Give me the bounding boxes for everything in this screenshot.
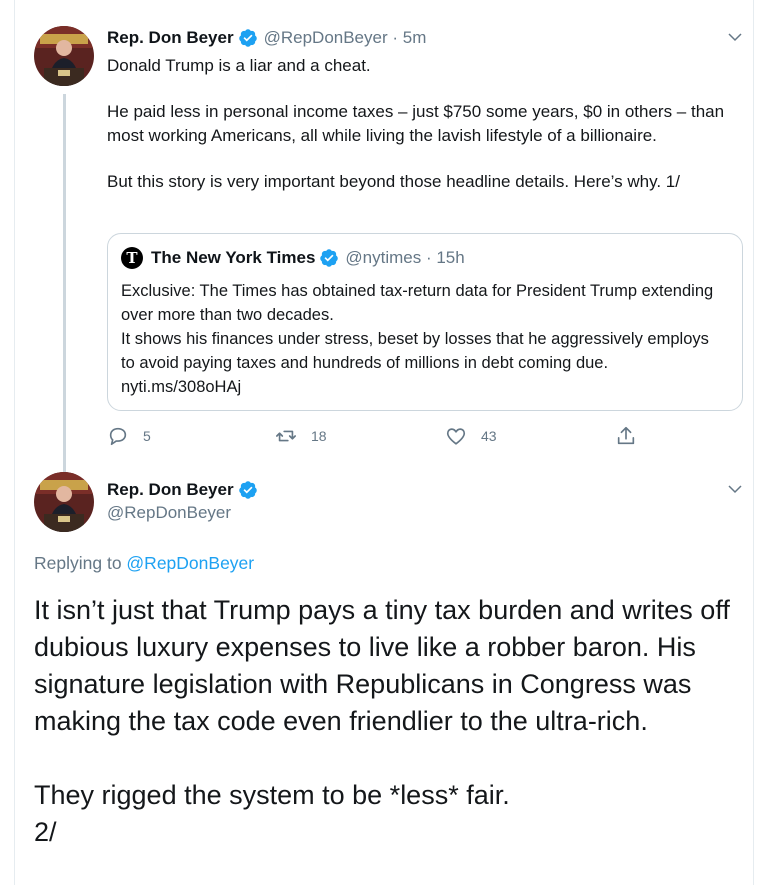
share-button[interactable] [615, 425, 651, 447]
share-icon [617, 426, 635, 445]
author-handle-timestamp[interactable]: @RepDonBeyer · 5m [264, 28, 427, 48]
author-handle[interactable]: @RepDonBeyer [107, 503, 231, 523]
chevron-down-icon[interactable] [726, 28, 744, 46]
tweet2-author-row: Rep. Don Beyer [107, 480, 258, 500]
tweet-paragraph: He paid less in personal income taxes – … [107, 102, 729, 145]
author-name[interactable]: Rep. Don Beyer [107, 28, 234, 48]
tweet2-text: It isn’t just that Trump pays a tiny tax… [34, 592, 744, 851]
avatar-photo-icon [34, 472, 94, 532]
chevron-down-icon[interactable] [726, 480, 744, 498]
replying-to-line: Replying to @RepDonBeyer [34, 553, 254, 574]
tweet-paragraph: But this story is very important beyond … [107, 172, 680, 191]
replying-handle-link[interactable]: @RepDonBeyer [126, 553, 254, 573]
tweet-paragraph: Donald Trump is a liar and a cheat. [107, 56, 371, 75]
tweet-paragraph: It isn’t just that Trump pays a tiny tax… [34, 595, 738, 736]
tweet1-text: Donald Trump is a liar and a cheat. He p… [107, 54, 747, 216]
quoted-line: Exclusive: The Times has obtained tax-re… [121, 282, 714, 324]
quoted-tweet-card[interactable]: T The New York Times @nytimes · 15h Excl… [107, 233, 743, 411]
verified-badge-icon [320, 249, 339, 267]
retweet-button[interactable]: 18 [275, 425, 327, 447]
avatar[interactable] [34, 472, 94, 532]
replying-prefix: Replying to [34, 553, 127, 573]
retweet-icon [276, 430, 296, 442]
nyt-logo-icon: T [121, 247, 143, 269]
quoted-tweet-text: Exclusive: The Times has obtained tax-re… [121, 279, 721, 399]
thread-connector-line [63, 94, 66, 474]
tweet1-author-row: Rep. Don Beyer @RepDonBeyer · 5m [107, 28, 426, 48]
reply-count: 5 [143, 428, 151, 444]
quoted-author-handle: @nytimes · 15h [345, 248, 465, 267]
reply-icon [109, 427, 127, 446]
like-button[interactable]: 43 [445, 425, 497, 447]
tweet1-action-bar: 5 18 43 [107, 425, 647, 451]
avatar-photo-icon [34, 26, 94, 86]
quoted-author-name: The New York Times [151, 248, 316, 267]
retweet-count: 18 [311, 428, 327, 444]
quoted-line: It shows his finances under stress, bese… [121, 330, 709, 396]
heart-icon [446, 428, 466, 445]
quoted-author-row: T The New York Times @nytimes · 15h [121, 247, 465, 269]
verified-badge-icon [238, 29, 257, 47]
like-count: 43 [481, 428, 497, 444]
avatar[interactable] [34, 26, 94, 86]
tweet-paragraph: They rigged the system to be *less* fair… [34, 780, 510, 847]
author-name[interactable]: Rep. Don Beyer [107, 480, 234, 500]
verified-badge-icon [238, 481, 257, 499]
reply-button[interactable]: 5 [107, 425, 151, 447]
